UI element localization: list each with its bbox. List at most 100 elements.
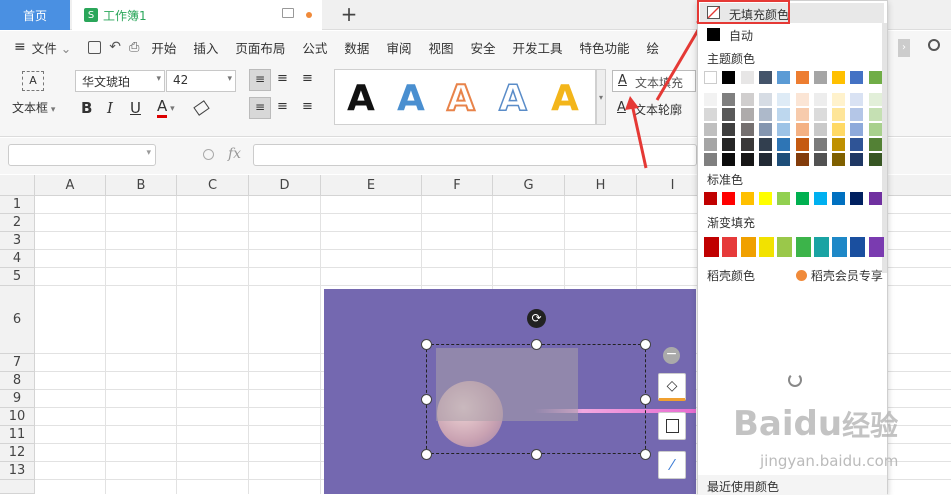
theme-shade-swatch[interactable]: [704, 123, 717, 136]
font-size-select[interactable]: 42 ▾: [166, 70, 236, 92]
select-all-corner[interactable]: [0, 175, 35, 196]
menu-item[interactable]: 数据: [344, 38, 369, 57]
row-header[interactable]: 1: [0, 196, 35, 214]
column-header[interactable]: G: [493, 175, 565, 196]
brush-button[interactable]: ⁄: [658, 451, 686, 479]
theme-shade-swatch[interactable]: [832, 108, 846, 121]
theme-shade-swatch[interactable]: [832, 153, 846, 166]
row-header[interactable]: 12: [0, 444, 35, 462]
tab-workbook[interactable]: S 工作簿1: [72, 0, 322, 30]
wordart-blue[interactable]: A: [397, 78, 425, 119]
theme-shade-swatch[interactable]: [795, 153, 809, 166]
row-header[interactable]: 13: [0, 462, 35, 480]
theme-shade-swatch[interactable]: [868, 123, 882, 136]
resize-handle[interactable]: [531, 339, 542, 350]
theme-shade-swatch[interactable]: [777, 93, 791, 106]
undo-icon[interactable]: ↶: [109, 39, 121, 55]
theme-shade-swatch[interactable]: [813, 108, 827, 121]
menu-item[interactable]: 开发工具: [512, 38, 562, 57]
theme-shade-swatch[interactable]: [740, 153, 754, 166]
column-header[interactable]: B: [106, 175, 177, 196]
rotate-handle[interactable]: ⟳: [527, 309, 546, 328]
theme-shade-swatch[interactable]: [832, 123, 846, 136]
theme-shade-swatch[interactable]: [740, 108, 754, 121]
wordart-orange-outline[interactable]: A: [446, 77, 476, 120]
text-box-selection[interactable]: [426, 344, 646, 454]
align-right-icon[interactable]: ≡: [302, 99, 313, 114]
resize-handle[interactable]: [421, 449, 432, 460]
row-header[interactable]: 9: [0, 390, 35, 408]
theme-shade-swatch[interactable]: [850, 153, 864, 166]
gradient-color-swatch[interactable]: [777, 237, 793, 257]
search-icon[interactable]: [928, 39, 940, 51]
gradient-color-swatch[interactable]: [868, 237, 884, 257]
row-header-partial[interactable]: [0, 480, 35, 494]
theme-shade-swatch[interactable]: [795, 93, 809, 106]
theme-shade-swatch[interactable]: [813, 93, 827, 106]
resize-handle[interactable]: [421, 339, 432, 350]
new-tab-button[interactable]: +: [338, 4, 360, 26]
standard-color-swatch[interactable]: [868, 192, 882, 205]
text-fill-button[interactable]: A 文本填充: [612, 70, 696, 92]
row-header[interactable]: 4: [0, 250, 35, 268]
row-header[interactable]: 5: [0, 268, 35, 286]
menu-item[interactable]: 页面布局: [235, 38, 285, 57]
resize-handle[interactable]: [640, 394, 651, 405]
theme-shade-swatch[interactable]: [850, 138, 864, 151]
gradient-color-swatch[interactable]: [813, 237, 829, 257]
gradient-color-swatch[interactable]: [704, 237, 719, 257]
name-box[interactable]: ▾: [8, 144, 156, 166]
theme-color-swatch[interactable]: [740, 71, 754, 84]
resize-handle[interactable]: [640, 339, 651, 350]
standard-color-swatch[interactable]: [850, 192, 864, 205]
theme-shade-swatch[interactable]: [868, 153, 882, 166]
column-header[interactable]: H: [565, 175, 637, 196]
theme-shade-swatch[interactable]: [758, 93, 772, 106]
row-header[interactable]: 7: [0, 354, 35, 372]
theme-shade-swatch[interactable]: [795, 138, 809, 151]
column-header[interactable]: A: [35, 175, 106, 196]
theme-shade-swatch[interactable]: [758, 138, 772, 151]
textbox-icon[interactable]: A: [22, 71, 44, 91]
theme-shade-swatch[interactable]: [850, 108, 864, 121]
text-outline-button[interactable]: A 文本轮廓: [612, 98, 696, 120]
theme-shade-swatch[interactable]: [868, 93, 882, 106]
theme-shade-swatch[interactable]: [850, 93, 864, 106]
theme-shade-swatch[interactable]: [740, 123, 754, 136]
font-name-select[interactable]: 华文琥珀 ▾: [75, 70, 165, 92]
outline-shape-button[interactable]: [658, 412, 686, 440]
row-header[interactable]: 10: [0, 408, 35, 426]
tab-home[interactable]: 首页: [0, 0, 70, 30]
standard-color-swatch[interactable]: [777, 192, 791, 205]
wordart-gold[interactable]: A: [551, 78, 579, 119]
theme-shade-swatch[interactable]: [704, 108, 717, 121]
align-top-button[interactable]: ≡: [249, 69, 271, 91]
theme-shade-swatch[interactable]: [740, 93, 754, 106]
font-color-button[interactable]: A ▾: [157, 97, 175, 118]
theme-shade-swatch[interactable]: [868, 108, 882, 121]
wordart-more-button[interactable]: ▾: [596, 69, 606, 125]
zoom-icon[interactable]: [203, 149, 214, 160]
align-middle-icon[interactable]: ≡: [277, 71, 288, 86]
theme-color-swatch[interactable]: [832, 71, 846, 84]
print-icon[interactable]: ⎙: [129, 40, 139, 55]
standard-color-swatch[interactable]: [758, 192, 772, 205]
theme-shade-swatch[interactable]: [813, 123, 827, 136]
menu-item[interactable]: 安全: [470, 38, 495, 57]
menu-item[interactable]: 绘: [647, 38, 660, 57]
theme-shade-swatch[interactable]: [795, 123, 809, 136]
standard-color-swatch[interactable]: [832, 192, 846, 205]
row-header[interactable]: 3: [0, 232, 35, 250]
row-header[interactable]: 2: [0, 214, 35, 232]
theme-color-swatch[interactable]: [758, 71, 772, 84]
column-header[interactable]: D: [249, 175, 321, 196]
theme-shade-swatch[interactable]: [722, 93, 736, 106]
theme-shade-swatch[interactable]: [832, 93, 846, 106]
menu-item[interactable]: 插入: [193, 38, 218, 57]
standard-color-swatch[interactable]: [704, 192, 717, 205]
row-header[interactable]: 11: [0, 426, 35, 444]
bold-button[interactable]: B: [81, 99, 92, 117]
theme-shade-swatch[interactable]: [722, 108, 736, 121]
collapse-tools-icon[interactable]: −: [663, 347, 680, 364]
resize-handle[interactable]: [421, 394, 432, 405]
